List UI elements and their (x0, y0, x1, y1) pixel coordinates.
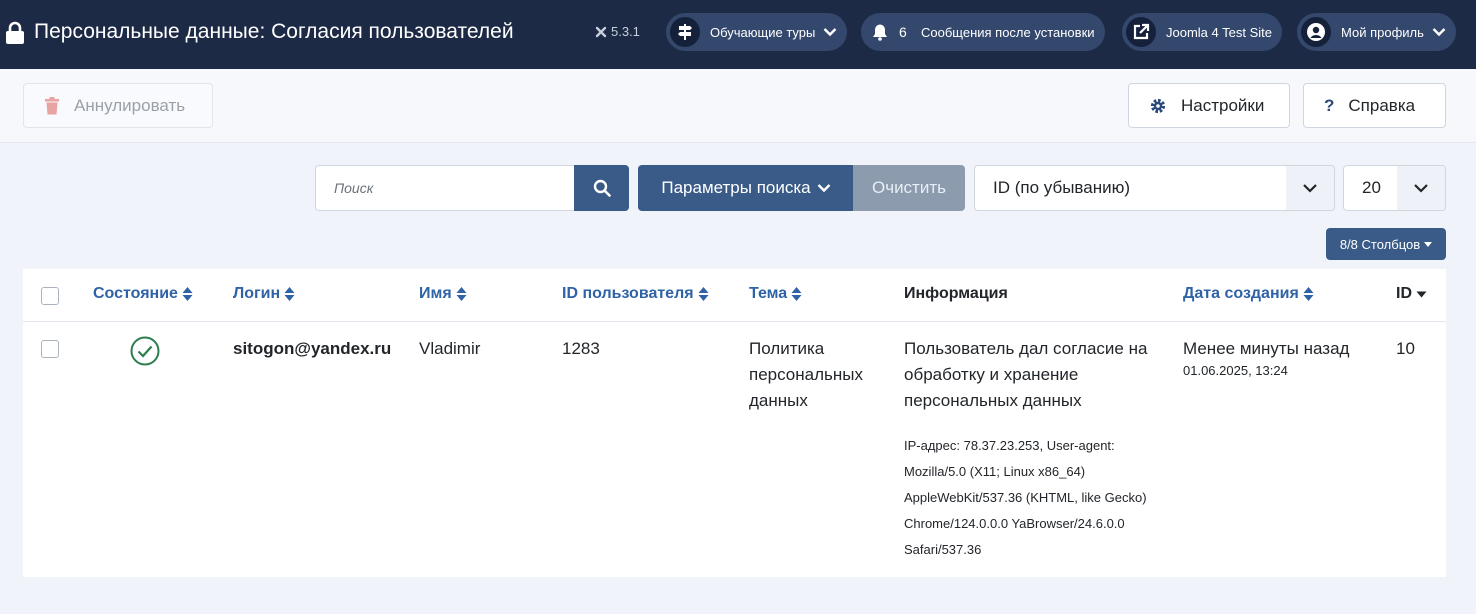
user-icon (1301, 17, 1331, 47)
column-login[interactable]: Логин (233, 285, 295, 303)
bell-icon: 6 (865, 17, 917, 47)
sort-icon (456, 287, 467, 301)
limit-value: 20 (1362, 178, 1381, 197)
column-state[interactable]: Состояние (93, 285, 193, 303)
signpost-icon (670, 17, 700, 47)
column-user-id[interactable]: ID пользователя (562, 285, 709, 303)
row-info-details: IP-адрес: 78.37.23.253, User-agent: Mozi… (904, 438, 1147, 557)
row-subject: Политика персональных данных (749, 339, 863, 410)
row-id: 10 (1396, 339, 1415, 358)
guided-tours-label: Обучающие туры (710, 24, 816, 40)
sort-icon (1303, 287, 1314, 301)
clear-button[interactable]: Очистить (853, 165, 965, 211)
joomla-version: 5.3.1 (595, 24, 640, 39)
user-profile-button[interactable]: Мой профиль (1297, 13, 1456, 51)
chevron-down-icon (1286, 166, 1334, 210)
column-subject[interactable]: Тема (749, 285, 802, 303)
site-label: Joomla 4 Test Site (1166, 24, 1272, 40)
lock-icon (6, 21, 24, 44)
version-label: 5.3.1 (611, 24, 640, 39)
profile-label: Мой профиль (1341, 24, 1424, 40)
sort-desc-icon (1416, 291, 1427, 297)
columns-label: 8/8 Столбцов (1339, 236, 1421, 252)
search-placeholder: Поиск (334, 180, 374, 196)
help-button[interactable]: ? Справка (1303, 83, 1446, 128)
consents-table: Состояние Логин Имя ID пользователя Тема… (23, 269, 1446, 577)
table-header: Состояние Логин Имя ID пользователя Тема… (23, 269, 1446, 322)
column-created[interactable]: Дата создания (1183, 285, 1314, 303)
sort-icon (791, 287, 802, 301)
chevron-down-icon (1432, 28, 1446, 37)
sort-icon (698, 287, 709, 301)
toolbar: Аннулировать Настройки ? Справка (0, 69, 1476, 143)
check-circle-icon[interactable] (130, 336, 160, 366)
search-input[interactable]: Поиск (315, 165, 575, 211)
search-options-button[interactable]: Параметры поиска (638, 165, 854, 211)
caret-down-icon (1424, 241, 1433, 247)
post-install-label: Сообщения после установки (921, 24, 1095, 40)
row-info: Пользователь дал согласие на обработку и… (904, 339, 1148, 410)
external-link-icon (1126, 17, 1156, 47)
sort-icon (182, 287, 193, 301)
column-id[interactable]: ID (1396, 285, 1427, 303)
search-button[interactable] (574, 165, 629, 211)
view-site-button[interactable]: Joomla 4 Test Site (1122, 13, 1282, 51)
chevron-down-icon (824, 28, 837, 37)
help-label: Справка (1348, 95, 1416, 115)
post-install-messages-button[interactable]: 6 Сообщения после установки (861, 13, 1105, 51)
joomla-icon (595, 26, 607, 37)
ordering-value: ID (по убыванию) (993, 178, 1131, 197)
gear-icon (1149, 97, 1167, 115)
columns-button[interactable]: 8/8 Столбцов (1326, 228, 1446, 260)
row-checkbox[interactable] (41, 340, 59, 358)
row-name: Vladimir (419, 339, 481, 358)
search-icon (593, 179, 611, 197)
row-user-id: 1283 (562, 339, 600, 358)
trash-icon (44, 96, 60, 115)
select-all-checkbox[interactable] (41, 287, 59, 305)
notification-count: 6 (899, 24, 907, 40)
question-icon: ? (1324, 95, 1335, 115)
options-button[interactable]: Настройки (1128, 83, 1290, 128)
row-login: sitogon@yandex.ru (233, 339, 392, 358)
chevron-down-icon (817, 184, 830, 193)
column-info: Информация (904, 285, 1008, 302)
guided-tours-button[interactable]: Обучающие туры (666, 13, 848, 51)
row-created-date: 01.06.2025, 13:24 (1183, 363, 1288, 378)
search-options-label: Параметры поиска (661, 178, 811, 197)
column-name[interactable]: Имя (419, 285, 467, 303)
page-title: Персональные данные: Согласия пользовате… (34, 20, 514, 43)
revoke-button[interactable]: Аннулировать (23, 83, 213, 128)
options-label: Настройки (1181, 95, 1265, 115)
revoke-label: Аннулировать (74, 95, 186, 115)
admin-header: Персональные данные: Согласия пользовате… (0, 0, 1476, 69)
chevron-down-icon (1397, 166, 1445, 210)
limit-select[interactable]: 20 (1343, 165, 1446, 211)
ordering-select[interactable]: ID (по убыванию) (974, 165, 1335, 211)
sort-icon (284, 287, 295, 301)
